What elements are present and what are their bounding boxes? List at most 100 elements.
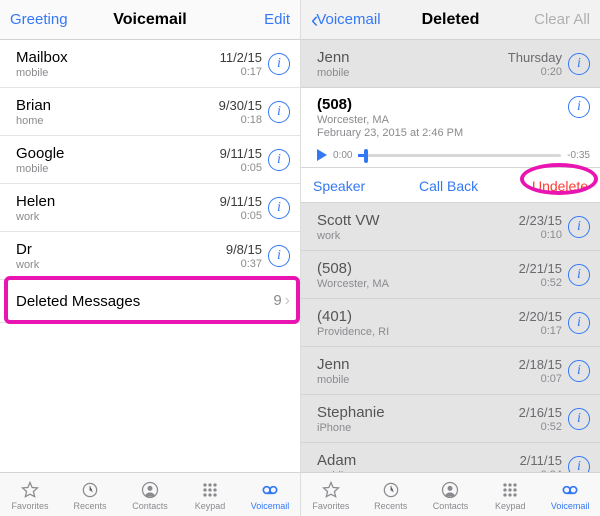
tab-favorites[interactable]: Favorites xyxy=(301,479,361,511)
message-duration: 0:05 xyxy=(220,210,262,222)
contact-label: work xyxy=(16,211,220,223)
navbar-title: Voicemail xyxy=(100,11,200,29)
callback-button[interactable]: Call Back xyxy=(419,178,478,194)
list-item[interactable]: Drwork9/8/150:37i xyxy=(0,232,300,280)
tab-contacts[interactable]: Contacts xyxy=(120,479,180,511)
clock-icon xyxy=(361,479,421,501)
message-duration: 0:18 xyxy=(219,114,262,126)
message-duration: 0:17 xyxy=(220,66,262,78)
person-icon xyxy=(120,479,180,501)
message-date: 2/20/15 xyxy=(519,309,562,324)
list-item[interactable]: StephanieiPhone2/16/150:52i xyxy=(301,395,600,443)
message-date: 2/21/15 xyxy=(519,261,562,276)
deleted-list: Scott VWwork2/23/150:10i(508)Worcester, … xyxy=(301,203,600,472)
person-icon xyxy=(421,479,481,501)
back-button[interactable]: ‹ Voicemail xyxy=(311,9,401,31)
tab-label: Keypad xyxy=(180,501,240,511)
deleted-count: 9 xyxy=(273,292,281,309)
tab-bar: FavoritesRecentsContactsKeypadVoicemail xyxy=(301,472,600,516)
info-icon[interactable]: i xyxy=(268,149,290,171)
contact-name: Dr xyxy=(16,241,226,258)
star-icon xyxy=(0,479,60,501)
message-date: 11/2/15 xyxy=(220,50,262,65)
message-date: 2/18/15 xyxy=(519,357,562,372)
voicemail-list: Mailboxmobile11/2/150:17iBrianhome9/30/1… xyxy=(0,40,300,472)
tab-recents[interactable]: Recents xyxy=(361,479,421,511)
info-icon[interactable]: i xyxy=(568,360,590,382)
list-item[interactable]: Scott VWwork2/23/150:10i xyxy=(301,203,600,251)
contact-name: (401) xyxy=(317,308,519,325)
contact-name: Adam xyxy=(317,452,520,469)
info-icon[interactable]: i xyxy=(568,96,590,118)
contact-name: Jenn xyxy=(317,49,508,66)
elapsed-time: 0:00 xyxy=(333,150,352,161)
list-item[interactable]: Googlemobile9/11/150:05i xyxy=(0,136,300,184)
clear-all-button[interactable]: Clear All xyxy=(500,11,590,28)
contact-label: home xyxy=(16,115,219,127)
message-duration: 0:52 xyxy=(519,277,562,289)
list-item[interactable]: Brianhome9/30/150:18i xyxy=(0,88,300,136)
tab-recents[interactable]: Recents xyxy=(60,479,120,511)
tab-label: Contacts xyxy=(421,501,481,511)
info-icon[interactable]: i xyxy=(268,245,290,267)
contact-name: Helen xyxy=(16,193,220,210)
tab-contacts[interactable]: Contacts xyxy=(421,479,481,511)
tab-label: Contacts xyxy=(120,501,180,511)
list-item[interactable]: Jennmobile2/18/150:07 i xyxy=(301,347,600,395)
info-icon[interactable]: i xyxy=(568,264,590,286)
contact-label: mobile xyxy=(317,374,519,386)
remaining-time: -0:35 xyxy=(567,150,590,161)
message-duration: 0:10 xyxy=(519,229,562,241)
info-icon[interactable]: i xyxy=(268,53,290,75)
navbar-right: ‹ Voicemail Deleted Clear All xyxy=(301,0,600,40)
contact-name: Brian xyxy=(16,97,219,114)
undelete-button[interactable]: Undelete xyxy=(532,178,588,194)
tab-favorites[interactable]: Favorites xyxy=(0,479,60,511)
list-item[interactable]: Adammobile2/11/150:34i xyxy=(301,443,600,472)
info-icon[interactable]: i xyxy=(268,101,290,123)
list-item[interactable]: Mailboxmobile11/2/150:17i xyxy=(0,40,300,88)
list-item[interactable]: Jenn mobile Thursday 0:20 i xyxy=(301,40,600,88)
list-item[interactable]: (401)Providence, RI2/20/150:17i xyxy=(301,299,600,347)
message-duration: 0:07 xyxy=(519,373,562,385)
message-date: 2/16/15 xyxy=(519,405,562,420)
info-icon[interactable]: i xyxy=(568,312,590,334)
info-icon[interactable]: i xyxy=(568,216,590,238)
list-item[interactable]: Helenwork9/11/150:05i xyxy=(0,184,300,232)
deleted-pane: ‹ Voicemail Deleted Clear All Jenn mobil… xyxy=(300,0,600,516)
contact-name: Scott VW xyxy=(317,212,519,229)
tab-label: Recents xyxy=(361,501,421,511)
tab-voicemail[interactable]: Voicemail xyxy=(240,479,300,511)
speaker-button[interactable]: Speaker xyxy=(313,178,365,194)
contact-label: mobile xyxy=(16,163,220,175)
info-icon[interactable]: i xyxy=(568,408,590,430)
greeting-button[interactable]: Greeting xyxy=(10,11,100,28)
message-duration: 0:17 xyxy=(519,325,562,337)
edit-button[interactable]: Edit xyxy=(200,11,290,28)
navbar-title: Deleted xyxy=(401,11,500,29)
grid-icon xyxy=(180,479,240,501)
message-date: 9/8/15 xyxy=(226,242,262,257)
list-item[interactable]: (508)Worcester, MA2/21/150:52i xyxy=(301,251,600,299)
play-icon[interactable] xyxy=(317,149,327,161)
deleted-messages-row[interactable]: Deleted Messages9› xyxy=(0,279,300,323)
tab-label: Keypad xyxy=(480,501,540,511)
contact-name: Jenn xyxy=(317,356,519,373)
contact-label: iPhone xyxy=(317,422,519,434)
info-icon[interactable]: i xyxy=(568,53,590,75)
scrub-track[interactable] xyxy=(358,154,561,157)
contact-name: (508) xyxy=(317,260,519,277)
tab-keypad[interactable]: Keypad xyxy=(480,479,540,511)
message-date: Thursday xyxy=(508,50,562,65)
info-icon[interactable]: i xyxy=(568,456,590,473)
tab-label: Voicemail xyxy=(240,501,300,511)
message-duration: 0:20 xyxy=(508,66,562,78)
message-date: 2/11/15 xyxy=(520,453,562,468)
player-timestamp: February 23, 2015 at 2:46 PM xyxy=(317,127,463,139)
tab-label: Voicemail xyxy=(540,501,600,511)
tab-voicemail[interactable]: Voicemail xyxy=(540,479,600,511)
grid-icon xyxy=(480,479,540,501)
tab-keypad[interactable]: Keypad xyxy=(180,479,240,511)
star-icon xyxy=(301,479,361,501)
info-icon[interactable]: i xyxy=(268,197,290,219)
